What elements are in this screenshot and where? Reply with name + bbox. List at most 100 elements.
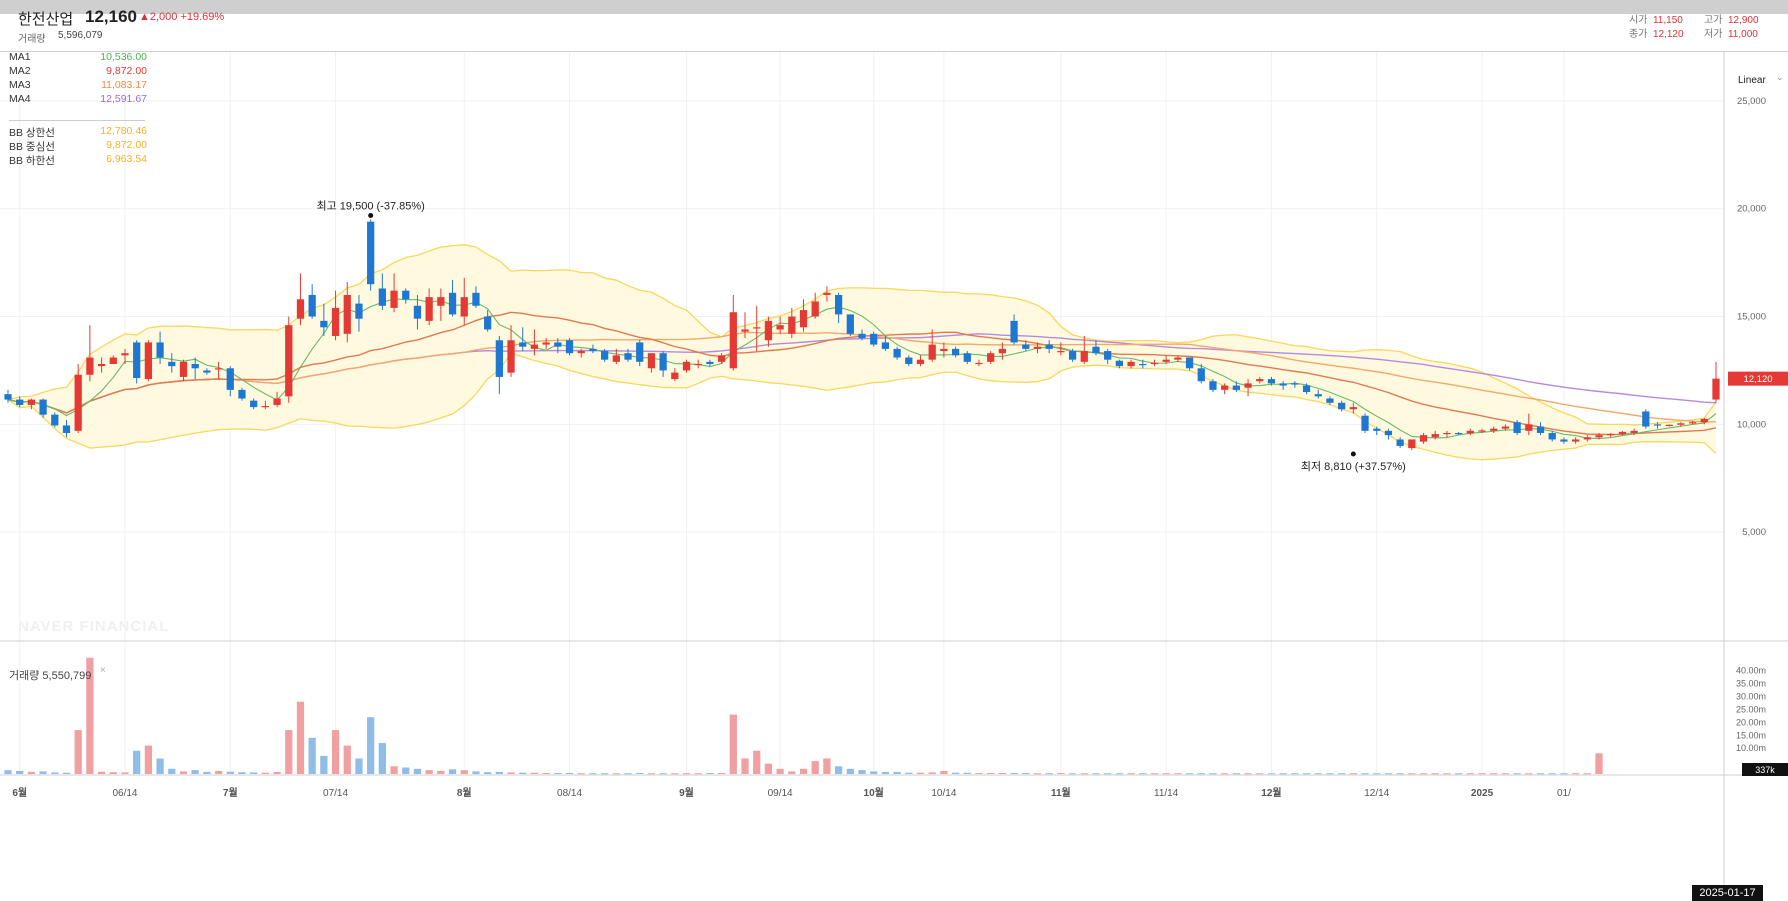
volume-bar: [62, 772, 71, 774]
candle-body: [1478, 430, 1486, 432]
candle-body: [1642, 411, 1650, 427]
candle-body: [1607, 434, 1615, 436]
candle-body: [1595, 435, 1603, 438]
candle-body: [1373, 428, 1381, 431]
volume-bar: [671, 773, 679, 775]
volume-bar: [133, 750, 141, 774]
volume-bar: [565, 772, 574, 774]
volume-bar: [97, 771, 106, 774]
volume-bar: [1033, 773, 1042, 775]
candle-body: [1361, 415, 1369, 431]
volume-bar: [168, 768, 176, 774]
legend-ma1[interactable]: MA1 10,536.00: [9, 51, 147, 65]
candle-body: [1455, 432, 1463, 435]
volume-bar: [823, 758, 831, 774]
volume-bar: [706, 772, 714, 774]
volume-bar: [1197, 773, 1205, 775]
candle-body: [1033, 346, 1042, 349]
x-tick-label: 12/14: [1364, 788, 1389, 799]
volume-tick-label: 40.00m: [1736, 666, 1766, 676]
candle-body: [1104, 351, 1112, 360]
volume-bar: [1221, 773, 1229, 775]
legend-ma3[interactable]: MA3 11,083.17: [9, 79, 147, 93]
price-chart[interactable]: 최고 19,500 (-37.85%) 최저 8,810 (+37.57%) 5,0…: [0, 14, 1788, 901]
chevron-down-icon[interactable]: ⌄: [1776, 72, 1784, 83]
volume-bar: [1127, 773, 1135, 775]
volume-tick-label: 30.00m: [1736, 692, 1766, 702]
volume-bar: [74, 730, 82, 774]
x-tick-label: 06/14: [112, 788, 137, 799]
candle-body: [97, 363, 106, 367]
stock-name: 한전산업: [18, 11, 74, 28]
close-icon[interactable]: ×: [100, 665, 106, 676]
volume-bar: [4, 770, 12, 774]
volume-bar: [448, 769, 457, 774]
watermark-logo: NAVER FINANCIAL: [18, 618, 170, 635]
legend-bb-lower[interactable]: BB 하한선 6,963.54: [9, 153, 147, 167]
candle-body: [776, 325, 784, 330]
candle-body: [1150, 362, 1159, 365]
candle-body: [893, 348, 901, 358]
x-tick-label: 01/: [1557, 788, 1571, 799]
candle-body: [577, 351, 585, 354]
candle-body: [671, 372, 679, 380]
volume-bar: [554, 772, 562, 774]
candle-body: [495, 340, 503, 377]
candle-body: [601, 351, 609, 360]
volume-bar: [1431, 773, 1439, 775]
volume-bar: [1536, 773, 1545, 775]
candle-body: [1396, 439, 1404, 446]
legend-ma4[interactable]: MA4 12,591.67: [9, 93, 147, 107]
volume-bar: [343, 745, 351, 774]
volume-bar: [507, 772, 515, 774]
candle-body: [682, 361, 691, 371]
candle-body: [940, 348, 948, 352]
volume-bar: [858, 770, 866, 774]
price-tick-label: 5,000: [1742, 527, 1766, 538]
volume-bar: [1595, 753, 1603, 774]
volume-bar: [472, 771, 480, 774]
legend-ma2[interactable]: MA2 9,872.00: [9, 65, 147, 79]
candle-body: [1665, 424, 1673, 426]
candle-body: [1548, 432, 1556, 440]
candle-body: [261, 406, 269, 408]
volume-bar: [624, 773, 632, 775]
legend-bb-middle[interactable]: BB 중심선 9,872.00: [9, 139, 147, 153]
volume-bar: [682, 773, 691, 775]
volume-bar: [1513, 773, 1521, 775]
candle-body: [16, 399, 24, 405]
candle-body: [4, 394, 12, 400]
scale-mode-select[interactable]: Linear: [1738, 75, 1766, 86]
volume-bar: [951, 772, 960, 774]
volume-bar: [834, 766, 843, 774]
candle-body: [1618, 431, 1627, 435]
volume-bar: [109, 772, 117, 774]
volume-bar: [250, 772, 258, 774]
volume-bar: [1326, 773, 1334, 775]
extreme-point-marker: [368, 213, 374, 219]
volume-bar: [437, 770, 445, 774]
volume-bar: [1455, 773, 1463, 775]
legend-bb-upper[interactable]: BB 상한선 12,780.46: [9, 125, 147, 139]
volume-bar: [799, 768, 808, 774]
volume-bar: [425, 770, 433, 774]
volume-bar: [378, 743, 386, 774]
candle-body: [963, 353, 971, 362]
candle-body: [343, 294, 351, 334]
volume-bar: [238, 772, 246, 774]
volume-bar: [1022, 772, 1030, 774]
candle-body: [484, 316, 492, 330]
volume-bar: [402, 767, 410, 774]
candle-body: [1221, 385, 1229, 390]
volume-bar: [484, 772, 492, 774]
x-tick-label: 12월: [1261, 787, 1281, 799]
candle-body: [1630, 430, 1638, 433]
volume-bar: [1080, 773, 1088, 775]
candle-body: [133, 342, 141, 379]
candle-body: [1419, 435, 1428, 442]
candle-body: [1560, 439, 1568, 442]
volume-bar: [940, 770, 948, 774]
candle-body: [144, 342, 153, 380]
volume-bar: [1302, 773, 1311, 775]
x-tick-label: 10월: [864, 787, 884, 799]
